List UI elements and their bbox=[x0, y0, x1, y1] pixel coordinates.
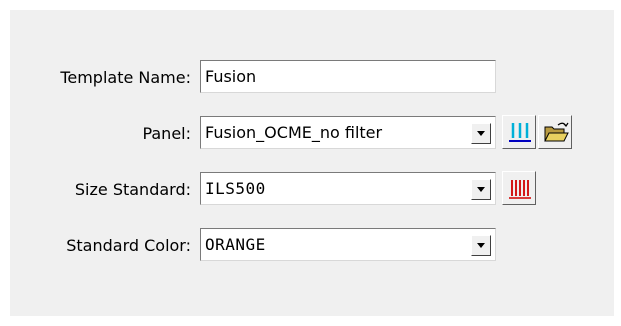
chevron-down-icon bbox=[477, 131, 485, 136]
panel-open-button[interactable] bbox=[538, 115, 572, 149]
size-standard-view-button[interactable] bbox=[502, 171, 536, 205]
template-name-value: Fusion bbox=[205, 67, 257, 86]
panel-select-value: Fusion_OCME_no filter bbox=[205, 123, 383, 142]
size-standard-value: ILS500 bbox=[205, 179, 266, 198]
standard-color-value: ORANGE bbox=[205, 235, 266, 254]
size-standard-row: Size Standard: bbox=[10, 173, 191, 207]
panel-label: Panel: bbox=[142, 124, 191, 143]
panel-view-button[interactable] bbox=[502, 115, 536, 149]
size-standard-select[interactable]: ILS500 bbox=[200, 172, 496, 205]
standard-color-row: Standard Color: bbox=[10, 229, 191, 263]
size-standard-dropdown-button[interactable] bbox=[471, 179, 491, 200]
template-name-input[interactable]: Fusion bbox=[200, 60, 496, 93]
standard-color-dropdown-button[interactable] bbox=[471, 235, 491, 256]
size-standard-label: Size Standard: bbox=[74, 180, 191, 199]
panel-select[interactable]: Fusion_OCME_no filter bbox=[200, 116, 496, 149]
standard-color-select[interactable]: ORANGE bbox=[200, 228, 496, 261]
standard-color-label: Standard Color: bbox=[66, 236, 191, 255]
panel-row: Panel: bbox=[10, 117, 191, 151]
template-name-label: Template Name: bbox=[60, 68, 191, 87]
template-name-row: Template Name: bbox=[10, 61, 191, 95]
panel-dropdown-button[interactable] bbox=[471, 123, 491, 144]
chevron-down-icon bbox=[477, 243, 485, 248]
chevron-down-icon bbox=[477, 187, 485, 192]
template-settings-panel: Template Name: Fusion Panel: Fusion_OCME… bbox=[10, 10, 614, 316]
